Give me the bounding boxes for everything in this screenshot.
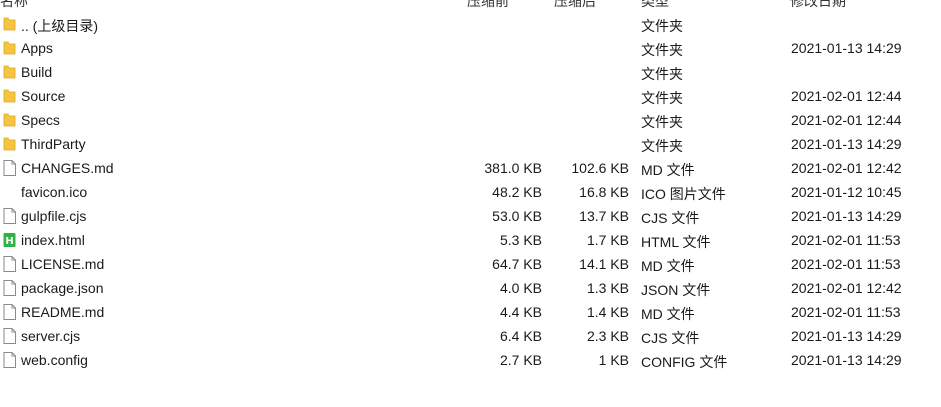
file-row[interactable]: README.md 4.4 KB 1.4 KB MD 文件 2021-02-01 11:… xyxy=(0,300,941,324)
folder-icon xyxy=(3,40,16,56)
file-list: .. (上级目录) 文件夹 Apps 文件夹 2021-01-13 14:29 Build… xyxy=(0,12,941,372)
file-name: .. (上级目录) xyxy=(21,18,98,34)
file-icon xyxy=(3,304,16,320)
modified-date: 2021-01-13 14:29 xyxy=(791,208,902,224)
file-type: MD 文件 xyxy=(641,306,695,322)
file-type: JSON 文件 xyxy=(641,282,711,298)
folder-icon xyxy=(3,88,16,104)
file-type: 文件夹 xyxy=(641,18,683,34)
file-name: favicon.ico xyxy=(21,184,88,200)
file-type: 文件夹 xyxy=(641,90,683,106)
file-type: 文件夹 xyxy=(641,42,683,58)
file-name: package.json xyxy=(21,280,104,296)
file-row[interactable]: LICENSE.md 64.7 KB 14.1 KB MD 文件 2021-02-01 … xyxy=(0,252,941,276)
file-row[interactable]: gulpfile.cjs 53.0 KB 13.7 KB CJS 文件 2021-01-… xyxy=(0,204,941,228)
column-header-modified[interactable]: 修改日期 xyxy=(790,0,846,11)
file-row[interactable]: .. (上级目录) 文件夹 xyxy=(0,12,941,36)
file-name: LICENSE.md xyxy=(21,256,105,272)
modified-date: 2021-02-01 11:53 xyxy=(791,256,901,272)
size-after: 102.6 KB xyxy=(571,160,629,176)
file-row[interactable]: Build 文件夹 xyxy=(0,60,941,84)
folder-icon xyxy=(3,112,16,128)
size-before: 48.2 KB xyxy=(492,184,542,200)
file-name: gulpfile.cjs xyxy=(21,208,87,224)
size-before: 64.7 KB xyxy=(492,256,542,272)
modified-date: 2021-02-01 11:53 xyxy=(791,304,901,320)
modified-date: 2021-02-01 12:44 xyxy=(791,112,902,128)
file-row[interactable]: favicon.ico 48.2 KB 16.8 KB ICO 图片文件 2021-01… xyxy=(0,180,941,204)
file-type: MD 文件 xyxy=(641,258,695,274)
file-icon xyxy=(3,208,16,224)
size-after: 16.8 KB xyxy=(579,184,629,200)
modified-date: 2021-02-01 12:42 xyxy=(791,160,902,176)
file-row[interactable]: web.config 2.7 KB 1 KB CONFIG 文件 2021-01-13 … xyxy=(0,348,941,372)
size-after: 13.7 KB xyxy=(579,208,629,224)
size-before: 6.4 KB xyxy=(499,328,542,344)
column-header-size-before[interactable]: 压缩前 xyxy=(467,0,509,11)
file-type: CJS 文件 xyxy=(641,210,700,226)
file-type: 文件夹 xyxy=(641,66,683,82)
size-after: 1.7 KB xyxy=(586,232,629,248)
modified-date: 2021-01-13 14:29 xyxy=(791,136,902,152)
file-name: ThirdParty xyxy=(21,136,86,152)
file-name: server.cjs xyxy=(21,328,81,344)
size-before: 4.0 KB xyxy=(499,280,542,296)
file-type: HTML 文件 xyxy=(641,234,711,250)
column-header-size-after[interactable]: 压缩后 xyxy=(554,0,596,11)
file-row[interactable]: server.cjs 6.4 KB 2.3 KB CJS 文件 2021-01-13 1… xyxy=(0,324,941,348)
file-icon xyxy=(3,256,16,272)
file-type: CONFIG 文件 xyxy=(641,354,728,370)
file-row[interactable]: CHANGES.md 381.0 KB 102.6 KB MD 文件 2021-02-0… xyxy=(0,156,941,180)
file-name: web.config xyxy=(21,352,88,368)
modified-date: 2021-02-01 12:44 xyxy=(791,88,902,104)
file-icon xyxy=(3,328,16,344)
modified-date: 2021-01-13 14:29 xyxy=(791,328,902,344)
column-header-row: 名称 压缩前 压缩后 类型 修改日期 xyxy=(0,0,941,11)
file-type: CJS 文件 xyxy=(641,330,700,346)
file-row[interactable]: Hindex.html 5.3 KB 1.7 KB HTML 文件 2021-02-01… xyxy=(0,228,941,252)
file-row[interactable]: Specs 文件夹 2021-02-01 12:44 xyxy=(0,108,941,132)
svg-text:H: H xyxy=(5,236,13,247)
file-icon xyxy=(3,160,16,176)
column-header-name[interactable]: 名称 xyxy=(0,0,28,11)
folder-icon xyxy=(3,64,16,80)
file-type: 文件夹 xyxy=(641,114,683,130)
size-before: 5.3 KB xyxy=(499,232,542,248)
size-before: 4.4 KB xyxy=(499,304,542,320)
file-row[interactable]: Apps 文件夹 2021-01-13 14:29 xyxy=(0,36,941,60)
file-icon xyxy=(3,280,16,296)
size-after: 1 KB xyxy=(598,352,629,368)
size-before: 53.0 KB xyxy=(492,208,542,224)
file-row[interactable]: Source 文件夹 2021-02-01 12:44 xyxy=(0,84,941,108)
file-name: CHANGES.md xyxy=(21,160,114,176)
file-type: MD 文件 xyxy=(641,162,695,178)
modified-date: 2021-02-01 12:42 xyxy=(791,280,902,296)
size-after: 1.3 KB xyxy=(586,280,629,296)
modified-date: 2021-02-01 11:53 xyxy=(791,232,901,248)
html-file-icon: H xyxy=(3,232,16,248)
modified-date: 2021-01-12 10:45 xyxy=(791,184,902,200)
file-row[interactable]: ThirdParty 文件夹 2021-01-13 14:29 xyxy=(0,132,941,156)
file-type: ICO 图片文件 xyxy=(641,186,726,202)
modified-date: 2021-01-13 14:29 xyxy=(791,40,902,56)
modified-date: 2021-01-13 14:29 xyxy=(791,352,902,368)
size-after: 2.3 KB xyxy=(586,328,629,344)
size-before: 381.0 KB xyxy=(484,160,542,176)
file-name: index.html xyxy=(21,232,85,248)
file-type: 文件夹 xyxy=(641,138,683,154)
file-name: README.md xyxy=(21,304,105,320)
size-after: 14.1 KB xyxy=(579,256,629,272)
folder-icon xyxy=(3,136,16,152)
file-name: Specs xyxy=(21,112,60,128)
folder-icon xyxy=(3,16,16,32)
file-row[interactable]: package.json 4.0 KB 1.3 KB JSON 文件 2021-02-0… xyxy=(0,276,941,300)
file-name: Source xyxy=(21,88,66,104)
column-header-type[interactable]: 类型 xyxy=(641,0,669,11)
file-icon xyxy=(3,352,16,368)
size-before: 2.7 KB xyxy=(499,352,542,368)
blank-icon xyxy=(3,184,16,200)
file-name: Build xyxy=(21,64,53,80)
file-name: Apps xyxy=(21,40,53,56)
size-after: 1.4 KB xyxy=(586,304,629,320)
